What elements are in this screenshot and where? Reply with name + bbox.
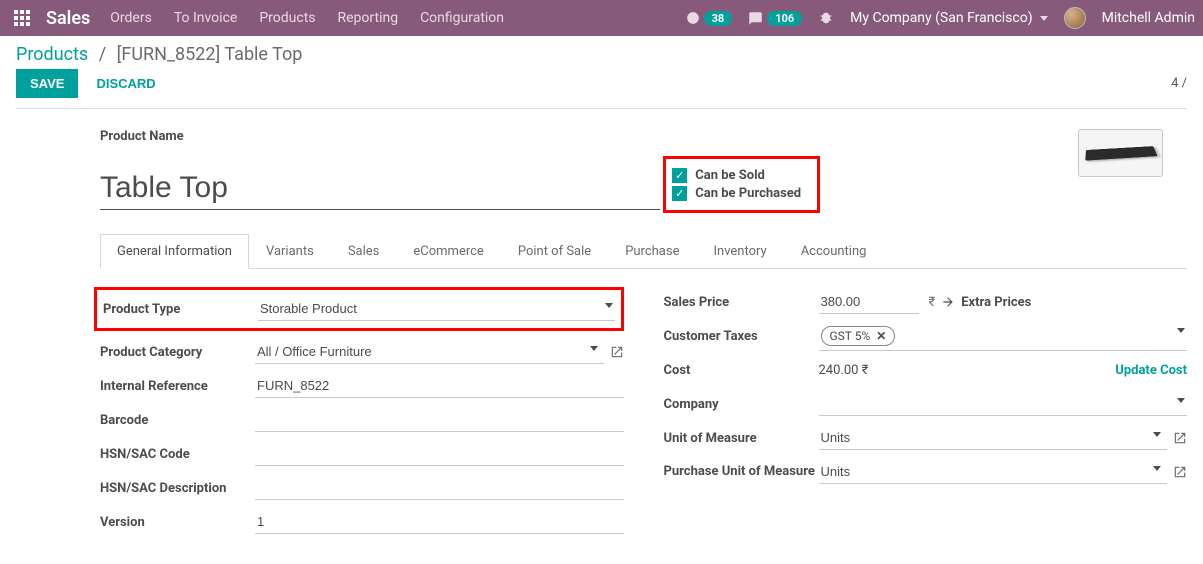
- apps-icon[interactable]: [8, 4, 36, 32]
- tab-accounting[interactable]: Accounting: [784, 234, 884, 269]
- can-be-purchased-label: Can be Purchased: [695, 186, 801, 201]
- tab-general-information[interactable]: General Information: [100, 234, 249, 269]
- product-name-input[interactable]: [100, 167, 660, 210]
- purchase-uom-label: Purchase Unit of Measure: [664, 464, 819, 481]
- currency-symbol: ₹: [929, 295, 936, 310]
- top-navbar: Sales Orders To Invoice Products Reporti…: [0, 0, 1203, 36]
- hsn-code-input[interactable]: [255, 442, 624, 466]
- cost-value: 240.00 ₹: [819, 363, 869, 378]
- tax-tag: GST 5% ✕: [821, 326, 896, 346]
- company-select[interactable]: [819, 392, 1188, 416]
- tab-purchase[interactable]: Purchase: [608, 234, 696, 269]
- menu-configuration[interactable]: Configuration: [420, 10, 504, 26]
- save-button[interactable]: SAVE: [16, 69, 78, 98]
- menu-orders[interactable]: Orders: [110, 10, 152, 26]
- user-name[interactable]: Mitchell Admin: [1102, 10, 1195, 26]
- saleable-flags: Can be Sold Can be Purchased: [663, 156, 820, 213]
- sales-price-input[interactable]: [819, 290, 919, 314]
- internal-reference-label: Internal Reference: [100, 379, 255, 394]
- tab-inventory[interactable]: Inventory: [696, 234, 783, 269]
- tab-variants[interactable]: Variants: [249, 234, 331, 269]
- product-category-label: Product Category: [100, 345, 255, 360]
- actions-row: SAVE DISCARD 4 /: [16, 69, 1187, 109]
- purchase-uom-select[interactable]: [819, 460, 1168, 484]
- menu-reporting[interactable]: Reporting: [338, 10, 399, 26]
- tab-bar: General Information Variants Sales eComm…: [100, 233, 1187, 269]
- breadcrumb-current: [FURN_8522] Table Top: [117, 44, 303, 65]
- arrow-right-icon[interactable]: [941, 295, 955, 309]
- breadcrumb-root[interactable]: Products: [16, 44, 88, 65]
- company-label: Company: [664, 397, 819, 412]
- external-link-icon[interactable]: [610, 345, 624, 359]
- unit-of-measure-label: Unit of Measure: [664, 431, 819, 446]
- navbar-right: 38 106 My Company (San Francisco) Mitche…: [686, 7, 1195, 29]
- messages-count: 106: [767, 11, 802, 26]
- user-avatar[interactable]: [1064, 7, 1086, 29]
- can-be-purchased-checkbox[interactable]: [672, 186, 687, 201]
- barcode-label: Barcode: [100, 413, 255, 428]
- can-be-sold-label: Can be Sold: [695, 168, 765, 183]
- messages-indicator[interactable]: 106: [748, 11, 802, 26]
- update-cost-link[interactable]: Update Cost: [1115, 363, 1187, 378]
- debug-icon[interactable]: [818, 10, 834, 26]
- breadcrumb-separator: /: [99, 44, 106, 65]
- menu-products[interactable]: Products: [259, 10, 315, 26]
- tax-tag-remove-icon[interactable]: ✕: [876, 329, 886, 343]
- product-type-select[interactable]: [258, 297, 615, 321]
- external-link-icon[interactable]: [1173, 431, 1187, 445]
- customer-taxes-field[interactable]: GST 5% ✕: [819, 322, 1188, 351]
- header-bar: Products / [FURN_8522] Table Top SAVE DI…: [0, 36, 1203, 109]
- product-category-select[interactable]: [255, 340, 604, 364]
- form-sheet: Product Name Can be Sold Can be Purchase…: [0, 109, 1203, 561]
- company-name: My Company (San Francisco): [850, 10, 1032, 26]
- left-column: Product Type Product Category Internal R…: [100, 287, 624, 541]
- can-be-sold-checkbox[interactable]: [672, 168, 687, 183]
- main-menu: Orders To Invoice Products Reporting Con…: [110, 10, 504, 26]
- hsn-code-label: HSN/SAC Code: [100, 447, 255, 462]
- discard-button[interactable]: DISCARD: [96, 76, 155, 91]
- tab-sales[interactable]: Sales: [331, 234, 397, 269]
- product-image[interactable]: [1078, 129, 1163, 177]
- right-column: Sales Price ₹ Extra Prices Customer Taxe…: [664, 287, 1188, 541]
- company-selector[interactable]: My Company (San Francisco): [850, 10, 1047, 26]
- extra-prices-link[interactable]: Extra Prices: [961, 295, 1031, 310]
- sales-price-label: Sales Price: [664, 295, 819, 310]
- version-label: Version: [100, 515, 255, 530]
- customer-taxes-label: Customer Taxes: [664, 329, 819, 344]
- tab-point-of-sale[interactable]: Point of Sale: [501, 234, 608, 269]
- barcode-input[interactable]: [255, 408, 624, 432]
- unit-of-measure-select[interactable]: [819, 426, 1168, 450]
- activity-count: 38: [704, 11, 733, 26]
- product-type-label: Product Type: [103, 302, 258, 317]
- chat-icon: [748, 11, 763, 26]
- tax-tag-label: GST 5%: [830, 329, 871, 343]
- breadcrumb: Products / [FURN_8522] Table Top: [16, 44, 1187, 65]
- app-brand[interactable]: Sales: [46, 8, 90, 29]
- hsn-description-label: HSN/SAC Description: [100, 481, 255, 496]
- chevron-down-icon: [1040, 16, 1048, 21]
- cost-label: Cost: [664, 363, 819, 378]
- menu-to-invoice[interactable]: To Invoice: [174, 10, 238, 26]
- pager[interactable]: 4 /: [1171, 76, 1187, 91]
- external-link-icon[interactable]: [1173, 465, 1187, 479]
- tab-ecommerce[interactable]: eCommerce: [396, 234, 500, 269]
- product-name-label: Product Name: [100, 129, 1187, 144]
- clock-icon: [686, 11, 700, 25]
- form-columns: Product Type Product Category Internal R…: [100, 287, 1187, 541]
- product-type-highlight: Product Type: [94, 287, 624, 331]
- activity-indicator[interactable]: 38: [686, 11, 733, 26]
- hsn-description-input[interactable]: [255, 476, 624, 500]
- internal-reference-input[interactable]: [255, 374, 624, 398]
- version-input[interactable]: [255, 510, 624, 534]
